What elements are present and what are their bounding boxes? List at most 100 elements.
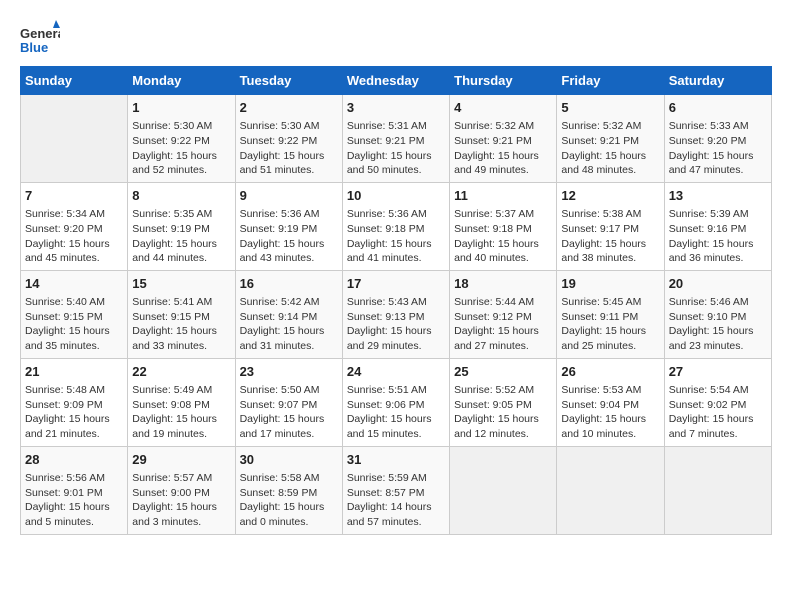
calendar-week-3: 14 Sunrise: 5:40 AM Sunset: 9:15 PM Dayli… xyxy=(21,270,772,358)
day-header-thursday: Thursday xyxy=(450,67,557,95)
calendar-cell: 3 Sunrise: 5:31 AM Sunset: 9:21 PM Daylig… xyxy=(342,95,449,183)
cell-content: Sunrise: 5:35 AM Sunset: 9:19 PM Dayligh… xyxy=(132,207,230,266)
calendar-cell: 27 Sunrise: 5:54 AM Sunset: 9:02 PM Dayli… xyxy=(664,358,771,446)
day-number: 10 xyxy=(347,187,445,205)
day-number: 5 xyxy=(561,99,659,117)
calendar-cell: 24Sunrise: 5:51 AM Sunset: 9:06 PM Dayli… xyxy=(342,358,449,446)
day-number: 22 xyxy=(132,363,230,381)
calendar-header-row: SundayMondayTuesdayWednesdayThursdayFrid… xyxy=(21,67,772,95)
calendar-cell: 17 Sunrise: 5:43 AM Sunset: 9:13 PM Dayli… xyxy=(342,270,449,358)
day-number: 23 xyxy=(240,363,338,381)
calendar-cell: 1Sunrise: 5:30 AM Sunset: 9:22 PM Daylig… xyxy=(128,95,235,183)
calendar-cell: 10 Sunrise: 5:36 AM Sunset: 9:18 PM Dayli… xyxy=(342,182,449,270)
day-number: 3 xyxy=(347,99,445,117)
cell-content: Sunrise: 5:42 AM Sunset: 9:14 PM Dayligh… xyxy=(240,295,338,354)
calendar-cell: 15Sunrise: 5:41 AM Sunset: 9:15 PM Dayli… xyxy=(128,270,235,358)
calendar-cell: 28 Sunrise: 5:56 AM Sunset: 9:01 PM Dayli… xyxy=(21,446,128,534)
calendar-cell: 9Sunrise: 5:36 AM Sunset: 9:19 PM Daylig… xyxy=(235,182,342,270)
cell-content: Sunrise: 5:54 AM Sunset: 9:02 PM Dayligh… xyxy=(669,383,767,442)
calendar-cell: 19 Sunrise: 5:45 AM Sunset: 9:11 PM Dayli… xyxy=(557,270,664,358)
cell-content: Sunrise: 5:44 AM Sunset: 9:12 PM Dayligh… xyxy=(454,295,552,354)
cell-content: Sunrise: 5:34 AM Sunset: 9:20 PM Dayligh… xyxy=(25,207,123,266)
day-header-sunday: Sunday xyxy=(21,67,128,95)
svg-text:Blue: Blue xyxy=(20,40,48,55)
day-number: 15 xyxy=(132,275,230,293)
calendar-cell: 25 Sunrise: 5:52 AM Sunset: 9:05 PM Dayli… xyxy=(450,358,557,446)
cell-content: Sunrise: 5:48 AM Sunset: 9:09 PM Dayligh… xyxy=(25,383,123,442)
logo-icon: General Blue xyxy=(20,20,60,58)
day-number: 16 xyxy=(240,275,338,293)
cell-content: Sunrise: 5:43 AM Sunset: 9:13 PM Dayligh… xyxy=(347,295,445,354)
day-number: 26 xyxy=(561,363,659,381)
calendar-cell: 23 Sunrise: 5:50 AM Sunset: 9:07 PM Dayli… xyxy=(235,358,342,446)
day-number: 19 xyxy=(561,275,659,293)
cell-content: Sunrise: 5:36 AM Sunset: 9:18 PM Dayligh… xyxy=(347,207,445,266)
cell-content: Sunrise: 5:39 AM Sunset: 9:16 PM Dayligh… xyxy=(669,207,767,266)
calendar-cell: 14 Sunrise: 5:40 AM Sunset: 9:15 PM Dayli… xyxy=(21,270,128,358)
calendar-cell xyxy=(450,446,557,534)
day-number: 17 xyxy=(347,275,445,293)
day-number: 4 xyxy=(454,99,552,117)
cell-content: Sunrise: 5:31 AM Sunset: 9:21 PM Dayligh… xyxy=(347,119,445,178)
calendar-cell: 31Sunrise: 5:59 AM Sunset: 8:57 PM Dayli… xyxy=(342,446,449,534)
cell-content: Sunrise: 5:49 AM Sunset: 9:08 PM Dayligh… xyxy=(132,383,230,442)
calendar-cell: 5 Sunrise: 5:32 AM Sunset: 9:21 PM Daylig… xyxy=(557,95,664,183)
calendar-cell: 12Sunrise: 5:38 AM Sunset: 9:17 PM Dayli… xyxy=(557,182,664,270)
calendar-cell xyxy=(664,446,771,534)
calendar-cell: 30 Sunrise: 5:58 AM Sunset: 8:59 PM Dayli… xyxy=(235,446,342,534)
day-number: 7 xyxy=(25,187,123,205)
calendar-cell xyxy=(21,95,128,183)
calendar-cell: 7 Sunrise: 5:34 AM Sunset: 9:20 PM Daylig… xyxy=(21,182,128,270)
cell-content: Sunrise: 5:40 AM Sunset: 9:15 PM Dayligh… xyxy=(25,295,123,354)
day-number: 29 xyxy=(132,451,230,469)
cell-content: Sunrise: 5:30 AM Sunset: 9:22 PM Dayligh… xyxy=(240,119,338,178)
day-number: 28 xyxy=(25,451,123,469)
day-number: 13 xyxy=(669,187,767,205)
calendar-cell: 6Sunrise: 5:33 AM Sunset: 9:20 PM Daylig… xyxy=(664,95,771,183)
day-number: 14 xyxy=(25,275,123,293)
day-number: 8 xyxy=(132,187,230,205)
day-header-monday: Monday xyxy=(128,67,235,95)
cell-content: Sunrise: 5:58 AM Sunset: 8:59 PM Dayligh… xyxy=(240,471,338,530)
cell-content: Sunrise: 5:56 AM Sunset: 9:01 PM Dayligh… xyxy=(25,471,123,530)
cell-content: Sunrise: 5:57 AM Sunset: 9:00 PM Dayligh… xyxy=(132,471,230,530)
cell-content: Sunrise: 5:38 AM Sunset: 9:17 PM Dayligh… xyxy=(561,207,659,266)
day-number: 20 xyxy=(669,275,767,293)
calendar-body: 1 Sunrise: 5:30 AM Sunset: 9:22 PM Daylig… xyxy=(21,95,772,535)
calendar-cell: 8 Sunrise: 5:35 AM Sunset: 9:19 PM Daylig… xyxy=(128,182,235,270)
header: General Blue xyxy=(20,20,772,58)
calendar-table: SundayMondayTuesdayWednesdayThursdayFrid… xyxy=(20,66,772,535)
calendar-cell: 16 Sunrise: 5:42 AM Sunset: 9:14 PM Dayli… xyxy=(235,270,342,358)
cell-content: Sunrise: 5:50 AM Sunset: 9:07 PM Dayligh… xyxy=(240,383,338,442)
day-number: 1 xyxy=(132,99,230,117)
calendar-cell: 18 Sunrise: 5:44 AM Sunset: 9:12 PM Dayli… xyxy=(450,270,557,358)
calendar-week-1: 1 Sunrise: 5:30 AM Sunset: 9:22 PM Daylig… xyxy=(21,95,772,183)
cell-content: Sunrise: 5:37 AM Sunset: 9:18 PM Dayligh… xyxy=(454,207,552,266)
cell-content: Sunrise: 5:52 AM Sunset: 9:05 PM Dayligh… xyxy=(454,383,552,442)
calendar-cell: 29 Sunrise: 5:57 AM Sunset: 9:00 PM Dayli… xyxy=(128,446,235,534)
calendar-cell xyxy=(557,446,664,534)
day-number: 18 xyxy=(454,275,552,293)
day-number: 6 xyxy=(669,99,767,117)
calendar-cell: 22 Sunrise: 5:49 AM Sunset: 9:08 PM Dayli… xyxy=(128,358,235,446)
cell-content: Sunrise: 5:46 AM Sunset: 9:10 PM Dayligh… xyxy=(669,295,767,354)
cell-content: Sunrise: 5:32 AM Sunset: 9:21 PM Dayligh… xyxy=(454,119,552,178)
day-header-tuesday: Tuesday xyxy=(235,67,342,95)
cell-content: Sunrise: 5:32 AM Sunset: 9:21 PM Dayligh… xyxy=(561,119,659,178)
calendar-cell: 4 Sunrise: 5:32 AM Sunset: 9:21 PM Daylig… xyxy=(450,95,557,183)
cell-content: Sunrise: 5:51 AM Sunset: 9:06 PM Dayligh… xyxy=(347,383,445,442)
day-number: 2 xyxy=(240,99,338,117)
day-number: 9 xyxy=(240,187,338,205)
day-header-friday: Friday xyxy=(557,67,664,95)
day-number: 25 xyxy=(454,363,552,381)
calendar-week-4: 21 Sunrise: 5:48 AM Sunset: 9:09 PM Dayli… xyxy=(21,358,772,446)
calendar-cell: 13 Sunrise: 5:39 AM Sunset: 9:16 PM Dayli… xyxy=(664,182,771,270)
day-number: 27 xyxy=(669,363,767,381)
calendar-cell: 20 Sunrise: 5:46 AM Sunset: 9:10 PM Dayli… xyxy=(664,270,771,358)
cell-content: Sunrise: 5:53 AM Sunset: 9:04 PM Dayligh… xyxy=(561,383,659,442)
day-number: 21 xyxy=(25,363,123,381)
cell-content: Sunrise: 5:45 AM Sunset: 9:11 PM Dayligh… xyxy=(561,295,659,354)
calendar-week-5: 28 Sunrise: 5:56 AM Sunset: 9:01 PM Dayli… xyxy=(21,446,772,534)
day-number: 30 xyxy=(240,451,338,469)
logo: General Blue xyxy=(20,20,60,58)
